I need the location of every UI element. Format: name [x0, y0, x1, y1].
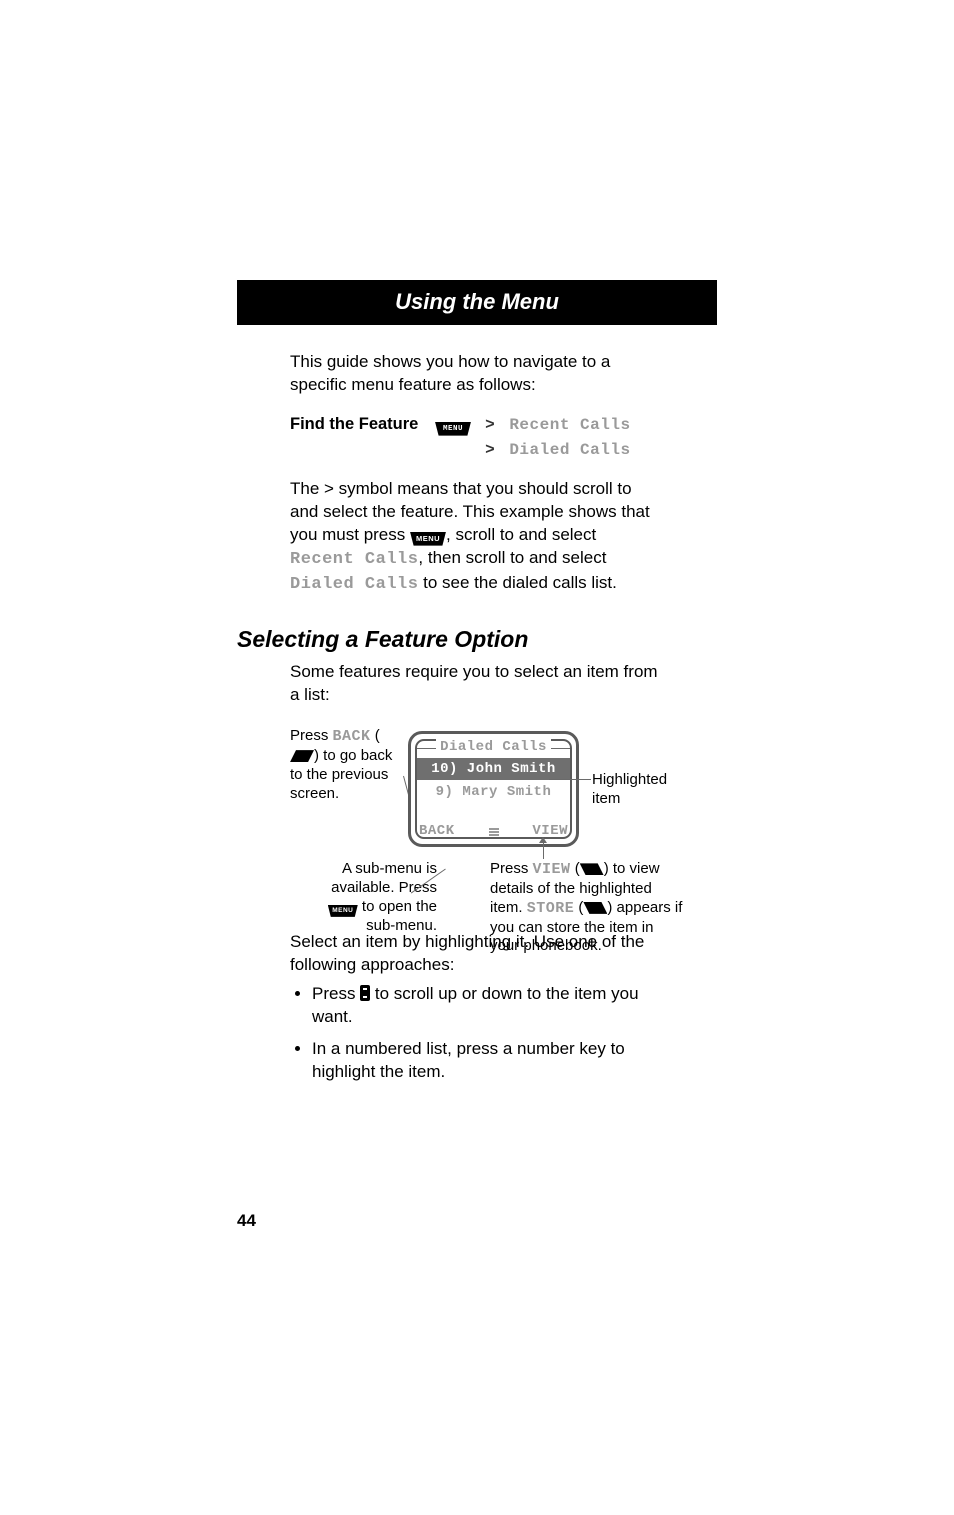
section-intro: Some features require you to select an i…: [290, 661, 664, 707]
menu-hamburger-icon: [489, 828, 499, 836]
menu-key-icon: MENU: [410, 532, 446, 546]
callout-highlighted-item: Highlighted item: [592, 771, 682, 809]
bullet-list: Press to scroll up or down to the item y…: [290, 983, 664, 1084]
store-arrow-key-icon: [583, 902, 607, 914]
page-title: Using the Menu: [237, 280, 717, 325]
explanation-paragraph: The > symbol means that you should scrol…: [290, 478, 664, 597]
view-arrow-key-icon: [580, 863, 604, 875]
nav-separator: >: [485, 416, 495, 434]
nav-path: MENU > Recent Calls MENU > Dialed Calls: [435, 413, 631, 464]
menu-key-icon: MENU: [435, 422, 471, 436]
menu-key-icon: MENU: [328, 905, 358, 917]
nav-item-1: Recent Calls: [509, 416, 630, 434]
callout-back: Press BACK () to go back to the previous…: [290, 727, 402, 803]
phone-screen-title: Dialed Calls: [411, 738, 576, 757]
callout-submenu: A sub-menu is available. Press MENU to o…: [325, 860, 437, 935]
nav-item-2: Dialed Calls: [509, 441, 630, 459]
bullet-item: Press to scroll up or down to the item y…: [312, 983, 664, 1029]
bullet-item: In a numbered list, press a number key t…: [312, 1038, 664, 1084]
softkey-back: BACK: [419, 822, 455, 841]
phone-screen: Dialed Calls 10) John Smith 9) Mary Smit…: [408, 731, 579, 847]
back-arrow-key-icon: [290, 750, 314, 762]
callout-view: Press VIEW () to view details of the hig…: [490, 860, 685, 956]
section-heading: Selecting a Feature Option: [237, 624, 664, 655]
find-the-feature-label: Find the Feature: [290, 413, 425, 435]
page-number: 44: [237, 1210, 256, 1233]
scroll-key-icon: [360, 985, 370, 1001]
nav-separator: >: [485, 441, 495, 459]
intro-text: This guide shows you how to navigate to …: [290, 351, 664, 397]
softkey-view: VIEW: [532, 822, 568, 841]
